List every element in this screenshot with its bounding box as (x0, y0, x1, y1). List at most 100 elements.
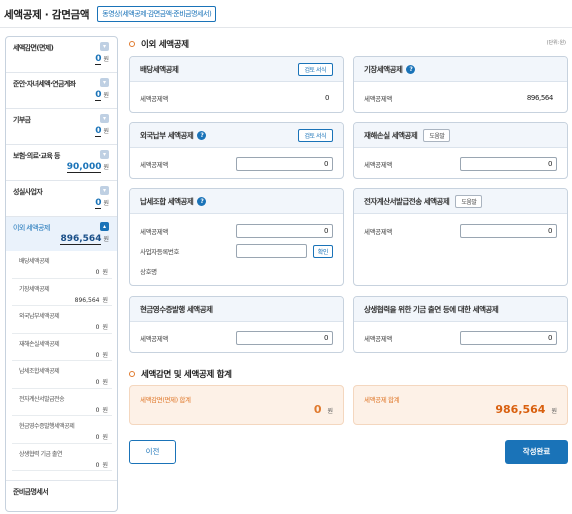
help-button[interactable]: 도움말 (423, 128, 451, 142)
subitem-value: 0원 (95, 324, 108, 331)
review-form-button[interactable]: 검토 서식 (297, 63, 333, 76)
sum-label: 세액감면(면제) 합계 (140, 396, 191, 404)
sidebar: 세액감면(면제) ▾ 0원 준안·자녀세액·연금계좌 ▾ 0원 기부금 ▾ 0원… (5, 36, 118, 512)
sidebar-subitem-cooperation[interactable]: 상생협력 기금 출연 0원 (12, 444, 112, 471)
credit-input[interactable]: 0 (236, 331, 333, 345)
help-icon[interactable]: ? (197, 196, 207, 206)
card-title: 재해손실 세액공제 (364, 130, 418, 140)
card-title: 외국납부 세액공제 (140, 130, 194, 140)
chevron-up-icon[interactable]: ▴ (100, 222, 109, 231)
subitem-value: 0원 (95, 269, 108, 276)
sidebar-item-value: 896,564 원 (60, 234, 109, 245)
subitem-label: 현금영수증발행세액공제 (19, 423, 75, 430)
sidebar-item-donation[interactable]: 기부금 ▾ 0원 (6, 109, 117, 145)
chevron-down-icon[interactable]: ▾ (100, 78, 109, 87)
row-label: 세액공제액 (140, 228, 168, 236)
card-einvoice: 전자계산서발급전송 세액공제 도움말 세액공제액 0 (353, 188, 568, 286)
sidebar-subitem-foreign[interactable]: 외국납부세액공제 0원 (12, 306, 112, 334)
sidebar-item-sincere-business[interactable]: 성실사업자 ▾ 0원 (6, 181, 117, 217)
subitem-value: 0원 (95, 379, 108, 386)
chevron-down-icon[interactable]: ▾ (100, 42, 109, 51)
card-title: 현금영수증발행 세액공제 (140, 304, 213, 314)
credit-input[interactable]: 0 (236, 224, 333, 238)
chevron-down-icon[interactable]: ▾ (100, 114, 109, 123)
card-header: 납세조합 세액공제 ? (130, 189, 343, 214)
section-title-totals: 세액감면 및 세액공제 합계 (129, 368, 232, 380)
card-title: 전자계산서발급전송 세액공제 (364, 196, 450, 206)
bullet-icon (129, 371, 135, 377)
sidebar-item-value: 0원 (95, 198, 109, 209)
credit-row: 세액공제액 0 (140, 331, 333, 345)
confirm-button[interactable]: 확인 (312, 244, 333, 258)
credit-input[interactable]: 0 (460, 224, 557, 238)
sidebar-item-label: 준비금명세서 (13, 488, 49, 496)
card-header: 상생협력을 위한 기금 출연 등에 대한 세액공제 (354, 297, 567, 322)
sidebar-item-reserve-statement[interactable]: 준비금명세서 (6, 480, 117, 511)
sidebar-item-other-credits[interactable]: 이외 세액공제 ▴ 896,564 원 (6, 217, 117, 251)
sum-reduction-box: 세액감면(면제) 합계 0원 (129, 385, 344, 425)
chevron-down-icon[interactable]: ▾ (100, 186, 109, 195)
sum-value: 0원 (313, 403, 333, 416)
sidebar-item-insurance-medical[interactable]: 보험·의료·교육 등 ▾ 90,000 원 (6, 145, 117, 181)
unit-note: (단위:원) (546, 40, 566, 46)
section-title-text: 세액감면 및 세액공제 합계 (141, 370, 232, 380)
card-disaster: 재해손실 세액공제 도움말 세액공제액 0 (353, 122, 568, 179)
help-icon[interactable]: ? (406, 64, 416, 74)
sidebar-subitem-einvoice[interactable]: 전자계산서발급전송 0원 (12, 389, 112, 416)
subitem-value: 0원 (95, 461, 108, 469)
subitem-label: 납세조합세액공제 (19, 368, 60, 375)
credit-row: 세액공제액 0 (140, 224, 333, 238)
sidebar-item-value: 0원 (95, 90, 109, 101)
card-header: 기장세액공제 ? (354, 57, 567, 82)
card-cashreceipt: 현금영수증발행 세액공제 세액공제액 0 (129, 296, 344, 353)
card-bookkeeping: 기장세액공제 ? 세액공제액 896,564 (353, 56, 568, 113)
row-label: 세액공제액 (140, 95, 168, 103)
sidebar-item-label: 보험·의료·교육 등 (13, 152, 60, 160)
complete-button[interactable]: 작성완료 (505, 440, 568, 464)
credit-input[interactable]: 0 (460, 331, 557, 345)
subitem-value: 896,564 원 (74, 296, 108, 304)
credit-row: 세액공제액 0 (140, 157, 333, 171)
subitem-label: 외국납부세액공제 (19, 313, 60, 320)
sidebar-item-value: 90,000 원 (66, 162, 109, 173)
credit-row: 세액공제액 896,564 (364, 91, 557, 105)
subitem-label: 전자계산서발급전송 (19, 395, 65, 403)
sidebar-item-label: 성실사업자 (13, 188, 43, 196)
subitem-label: 재해손실세액공제 (19, 340, 60, 348)
subitem-label: 배당세액공제 (19, 258, 50, 265)
subitem-value: 0원 (95, 406, 108, 414)
card-header: 현금영수증발행 세액공제 (130, 297, 343, 322)
chevron-down-icon[interactable]: ▾ (100, 150, 109, 159)
row-label: 상호명 (140, 268, 157, 276)
credit-row: 세액공제액 0 (140, 91, 333, 105)
prev-button[interactable]: 이전 (129, 440, 176, 464)
sidebar-item-value: 0원 (95, 126, 109, 137)
card-header: 전자계산서발급전송 세액공제 도움말 (354, 189, 567, 214)
company-name-row: 상호명 (140, 264, 333, 278)
help-icon[interactable]: ? (197, 130, 207, 140)
sidebar-subitem-bookkeeping[interactable]: 기장세액공제 896,564 원 (12, 279, 112, 306)
sidebar-item-child-pension[interactable]: 준안·자녀세액·연금계좌 ▾ 0원 (6, 73, 117, 109)
card-header: 외국납부 세액공제 ? 검토 서식 (130, 123, 343, 148)
card-union: 납세조합 세액공제 ? 세액공제액 0 사업자등록번호 확인 상호명 (129, 188, 344, 286)
row-value: 896,564 (526, 94, 554, 102)
sidebar-subitem-union[interactable]: 납세조합세액공제 0원 (12, 361, 112, 389)
card-header: 재해손실 세액공제 도움말 (354, 123, 567, 148)
credit-row: 세액공제액 0 (364, 157, 557, 171)
credit-input[interactable]: 0 (236, 157, 333, 171)
row-value: 0 (324, 94, 329, 102)
sidebar-item-tax-reduction[interactable]: 세액감면(면제) ▾ 0원 (6, 37, 117, 73)
sum-credit-box: 세액공제 합계 986,564 원 (353, 385, 568, 425)
page-header: 세액공제 · 감면금액 동영상(세액공제·감면금액·준비금명세서) (4, 6, 217, 22)
row-label: 세액공제액 (140, 161, 168, 169)
sidebar-item-label: 준안·자녀세액·연금계좌 (13, 80, 76, 88)
video-button[interactable]: 동영상(세액공제·감면금액·준비금명세서) (97, 6, 217, 22)
sidebar-subitem-dividend[interactable]: 배당세액공제 0원 (12, 251, 112, 279)
sidebar-subitem-disaster[interactable]: 재해손실세액공제 0원 (12, 334, 112, 361)
sidebar-subitem-cashreceipt[interactable]: 현금영수증발행세액공제 0원 (12, 416, 112, 444)
biz-number-input[interactable] (236, 244, 307, 258)
review-form-button[interactable]: 검토 서식 (297, 129, 333, 142)
section-title-text: 이외 세액공제 (141, 40, 189, 50)
credit-input[interactable]: 0 (460, 157, 557, 171)
help-button[interactable]: 도움말 (455, 194, 483, 208)
